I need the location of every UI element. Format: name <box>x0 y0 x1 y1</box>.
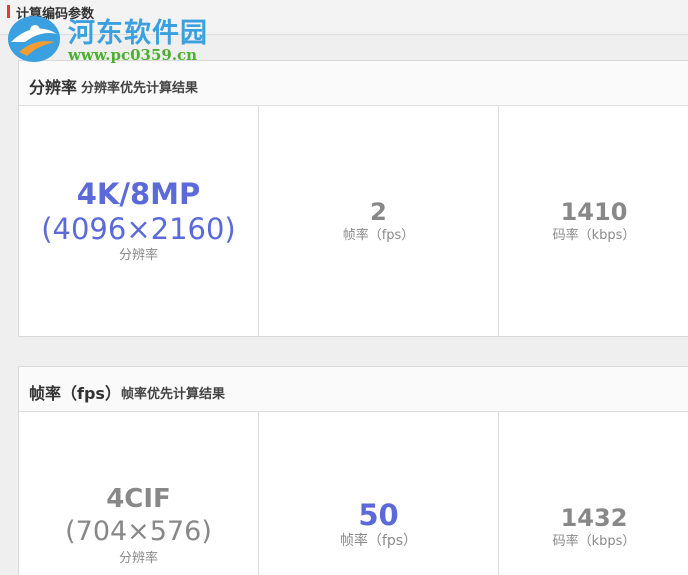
bitrate-cell: 1432 码率（kbps） <box>499 412 688 575</box>
watermark-logo-icon <box>8 16 60 62</box>
bitrate-value: 1432 <box>560 504 628 532</box>
watermark-name: 河东软件园 <box>68 18 208 49</box>
resolution-value: 4CIF <box>106 484 171 514</box>
framerate-value: 2 <box>370 198 387 226</box>
panel-subtitle: 分辨率优先计算结果 <box>81 81 199 96</box>
panel-header: 帧率（fps） 帧率优先计算结果 <box>19 367 688 412</box>
bitrate-label: 码率（kbps） <box>552 228 636 243</box>
resolution-cell: 4K/8MP (4096×2160) 分辨率 <box>19 106 259 336</box>
resolution-label: 分辨率 <box>118 551 158 566</box>
bitrate-cell: 1410 码率（kbps） <box>499 106 688 336</box>
panel-title: 帧率（fps） <box>29 384 121 403</box>
framerate-value: 50 <box>358 498 399 532</box>
resolution-cell: 4CIF (704×576) 分辨率 <box>19 412 259 575</box>
resolution-label: 分辨率 <box>118 248 158 263</box>
bitrate-label: 码率（kbps） <box>552 534 636 549</box>
watermark: 河东软件园 www.pc0359.cn <box>0 8 220 70</box>
panel-title: 分辨率 <box>29 78 78 97</box>
framerate-label: 帧率（fps） <box>342 228 415 243</box>
resolution-detail: (704×576) <box>65 516 212 547</box>
framerate-result-panel: 帧率（fps） 帧率优先计算结果 4CIF (704×576) 分辨率 50 帧… <box>18 366 688 575</box>
watermark-url: www.pc0359.cn <box>68 46 198 64</box>
framerate-cell: 50 帧率（fps） <box>259 412 499 575</box>
bitrate-value: 1410 <box>560 198 628 226</box>
resolution-result-panel: 分辨率 分辨率优先计算结果 4K/8MP (4096×2160) 分辨率 2 帧… <box>18 60 688 337</box>
panel-subtitle: 帧率优先计算结果 <box>121 387 226 402</box>
framerate-cell: 2 帧率（fps） <box>259 106 499 336</box>
framerate-label: 帧率（fps） <box>339 533 418 549</box>
resolution-value: 4K/8MP <box>76 177 201 211</box>
resolution-detail: (4096×2160) <box>41 212 236 246</box>
